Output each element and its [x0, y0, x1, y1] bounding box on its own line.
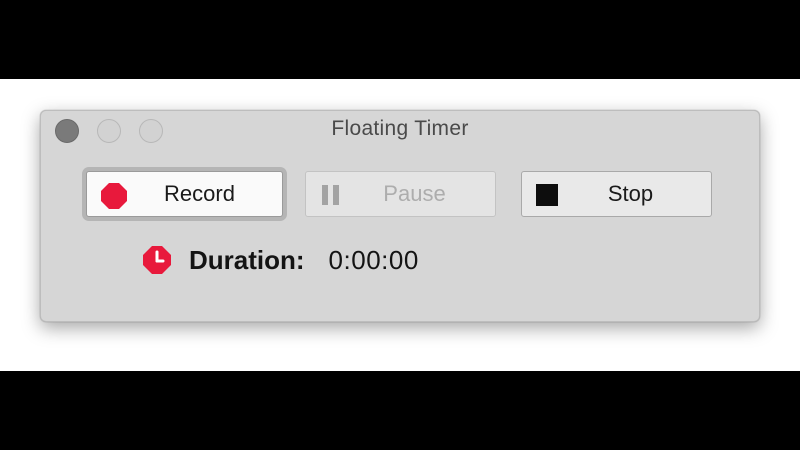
title-bar[interactable]: Floating Timer — [41, 111, 759, 149]
pause-button-label: Pause — [383, 181, 446, 206]
pause-button[interactable]: Pause — [305, 171, 496, 217]
stop-button-label: Stop — [607, 181, 654, 206]
clock-icon — [143, 246, 171, 274]
duration-value: 0:00:00 — [328, 244, 419, 275]
duration-label: Duration: — [189, 244, 305, 275]
record-button-label: Record — [164, 181, 235, 206]
stop-button[interactable]: Stop — [521, 171, 712, 217]
floating-timer-window: Floating Timer Record Pause Stop Duratio… — [40, 110, 760, 322]
duration-row: Duration: 0:00:00 — [141, 243, 419, 277]
record-button[interactable]: Record — [86, 171, 283, 217]
window-title: Floating Timer — [331, 117, 469, 140]
